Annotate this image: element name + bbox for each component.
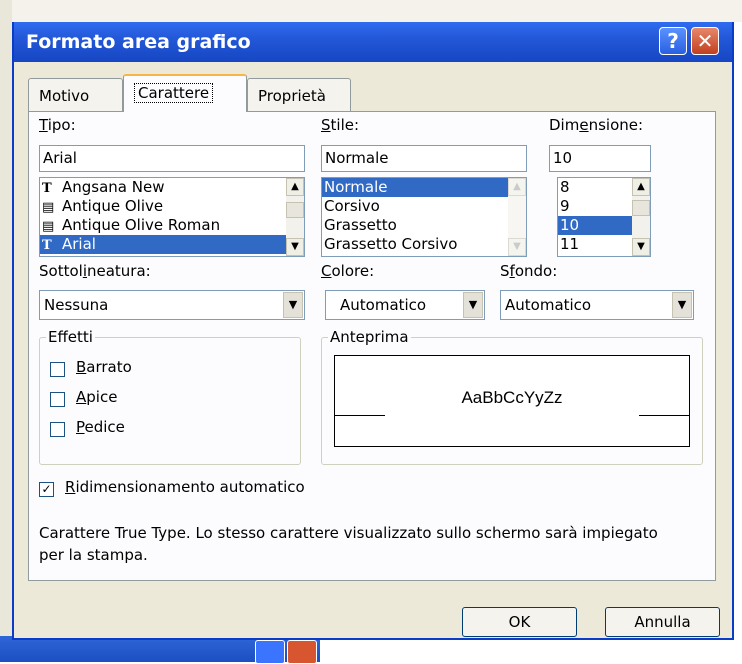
list-item-selected[interactable]: T Arial <box>40 235 286 254</box>
list-item[interactable]: Grassetto Corsivo <box>322 235 508 254</box>
size-list-scrollbar[interactable]: ▲ ▼ <box>632 178 650 256</box>
printer-font-icon: ▤ <box>42 200 55 215</box>
size-listbox[interactable]: 8 9 10 11 ▲ ▼ <box>557 177 651 257</box>
preview-baseline-left <box>335 415 385 416</box>
background-window-edge <box>0 0 12 662</box>
preview-box: AaBbCcYyZz <box>334 355 690 447</box>
autoscale-checkbox[interactable]: ✓ <box>39 482 54 497</box>
list-item[interactable]: ▤ Antique Olive Roman <box>40 216 286 235</box>
scroll-down-icon[interactable]: ▼ <box>508 238 526 256</box>
list-item[interactable]: ▤ Antique Olive <box>40 197 286 216</box>
background-close-icon <box>287 640 317 664</box>
chevron-down-icon[interactable]: ▼ <box>283 292 303 318</box>
style-list-scrollbar[interactable]: ▲ ▼ <box>508 178 526 256</box>
list-item[interactable]: Corsivo <box>322 197 508 216</box>
font-description: Carattere True Type. Lo stesso carattere… <box>39 524 658 564</box>
scroll-up-icon[interactable]: ▲ <box>508 178 526 196</box>
format-chart-area-dialog: Formato area grafico ? ✕ Motivo Caratter… <box>12 22 734 640</box>
truetype-font-icon: T <box>42 181 52 196</box>
chevron-down-icon[interactable]: ▼ <box>463 292 483 318</box>
printer-font-icon: ▤ <box>42 219 55 234</box>
list-item-selected[interactable]: Normale <box>322 178 508 197</box>
title-bar[interactable]: Formato area grafico ? ✕ <box>14 22 732 62</box>
strikethrough-label[interactable]: Barrato <box>76 358 132 376</box>
close-button[interactable]: ✕ <box>691 27 719 55</box>
scroll-thumb[interactable] <box>632 200 650 216</box>
tab-motivo[interactable]: Motivo <box>28 78 123 112</box>
scroll-up-icon[interactable]: ▲ <box>286 178 304 196</box>
help-button[interactable]: ? <box>659 27 687 55</box>
list-item-selected[interactable]: 10 <box>558 216 632 235</box>
background-window-fragment <box>0 0 742 22</box>
size-label: Dimensione: <box>549 116 644 134</box>
autoscale-label[interactable]: Ridimensionamento automatico <box>65 478 305 496</box>
dialog-title: Formato area grafico <box>26 31 251 53</box>
chevron-down-icon[interactable]: ▼ <box>672 292 692 318</box>
background-help-icon <box>255 640 285 664</box>
scroll-thumb[interactable] <box>286 202 304 218</box>
scroll-down-icon[interactable]: ▼ <box>286 238 304 256</box>
scroll-down-icon[interactable]: ▼ <box>632 238 650 256</box>
underline-label: Sottolineatura: <box>39 262 151 280</box>
truetype-font-icon: T <box>42 238 52 253</box>
tab-proprieta[interactable]: Proprietà <box>247 78 351 112</box>
font-name-listbox[interactable]: T Angsana New ▤ Antique Olive ▤ Antique Oli… <box>39 177 305 257</box>
strikethrough-checkbox[interactable] <box>50 362 65 377</box>
list-item[interactable]: T Angsana New <box>40 178 286 197</box>
tab-panel-carattere: Tipo: Arial T Angsana New ▤ Antique Olive … <box>28 111 716 581</box>
underline-combobox[interactable]: Nessuna ▼ <box>39 290 305 320</box>
preview-sample-text: AaBbCcYyZz <box>461 388 563 407</box>
scroll-up-icon[interactable]: ▲ <box>632 178 650 196</box>
superscript-label[interactable]: Apice <box>76 388 117 406</box>
font-label: Tipo: <box>39 116 76 134</box>
background-combobox[interactable]: Automatico ▼ <box>500 290 694 320</box>
font-list-scrollbar[interactable]: ▲ ▼ <box>286 178 304 256</box>
superscript-checkbox[interactable] <box>50 392 65 407</box>
size-input[interactable]: 10 <box>549 145 651 172</box>
style-listbox[interactable]: Normale Corsivo Grassetto Grassetto Cors… <box>321 177 527 257</box>
subscript-checkbox[interactable] <box>50 422 65 437</box>
color-combobox[interactable]: Automatico ▼ <box>325 290 485 320</box>
list-item[interactable]: Grassetto <box>322 216 508 235</box>
ok-button[interactable]: OK <box>462 607 577 637</box>
font-name-input[interactable]: Arial <box>39 145 305 172</box>
preview-baseline-right <box>639 415 689 416</box>
list-item[interactable]: 8 <box>558 178 632 197</box>
cancel-button[interactable]: Annulla <box>605 607 720 637</box>
tab-carattere[interactable]: Carattere <box>123 74 247 112</box>
list-item[interactable]: 11 <box>558 235 632 254</box>
background-label: Sfondo: <box>500 262 558 280</box>
effects-group: Effetti Barrato Apice Pedice <box>39 328 301 465</box>
style-label: Stile: <box>321 116 360 134</box>
list-item[interactable]: 9 <box>558 197 632 216</box>
color-label: Colore: <box>321 262 375 280</box>
style-input[interactable]: Normale <box>321 145 527 172</box>
subscript-label[interactable]: Pedice <box>76 418 125 436</box>
